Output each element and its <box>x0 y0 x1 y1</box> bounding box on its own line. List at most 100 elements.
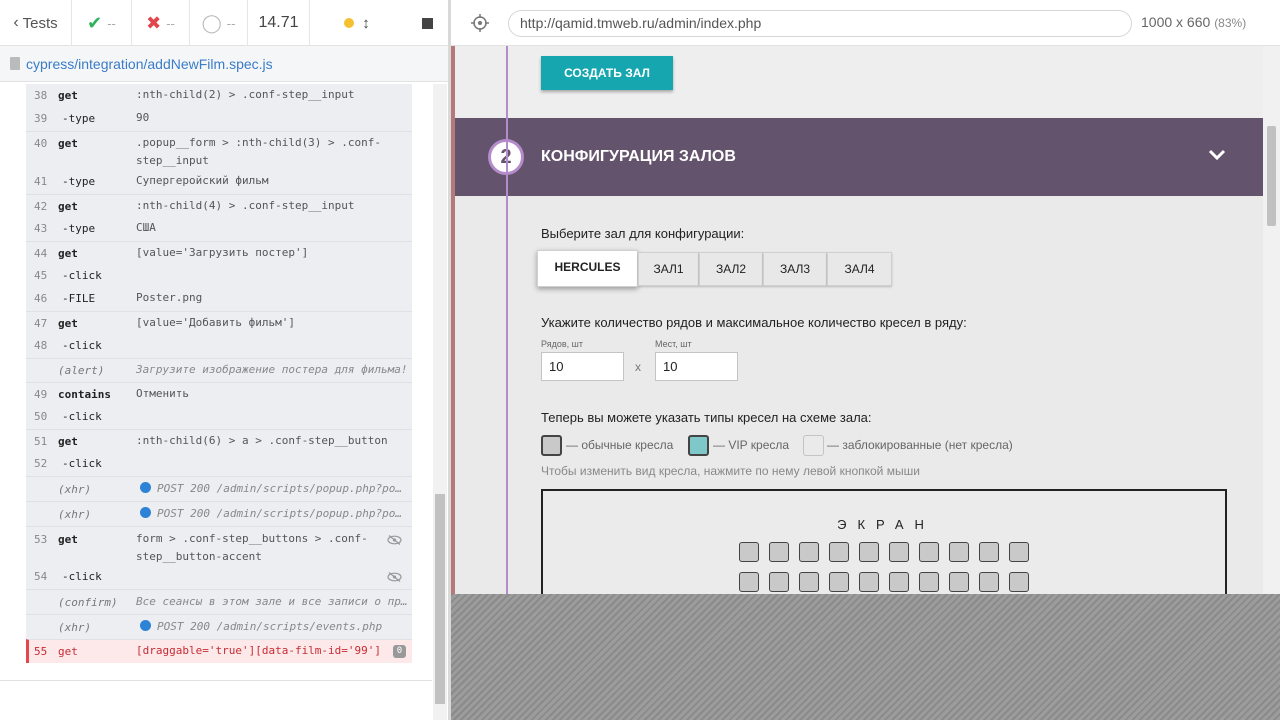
app-scrollbar[interactable] <box>1263 46 1280 594</box>
seat[interactable] <box>859 572 879 592</box>
command-row[interactable]: 50 -click <box>26 406 412 429</box>
seat[interactable] <box>949 572 969 592</box>
hall-tab-hercules[interactable]: HERCULES <box>537 250 638 287</box>
xhr-dot-icon <box>140 507 151 518</box>
command-row[interactable]: (xhr) POST 200 /admin/scripts/events.php <box>26 614 412 639</box>
command-row[interactable]: 52 -click <box>26 453 412 476</box>
command-row[interactable]: 38 get :nth-child(2) > .conf-step__input <box>26 84 412 108</box>
rows-seats-label: Укажите количество рядов и максимальное … <box>541 315 967 330</box>
command-name: -click <box>62 570 102 583</box>
autoscroll-toggle[interactable]: ↕ <box>310 0 404 46</box>
seat[interactable] <box>799 542 819 562</box>
command-row[interactable]: 48 -click <box>26 335 412 358</box>
command-name: get <box>58 533 78 546</box>
app-preview: СОЗДАТЬ ЗАЛ 2 КОНФИГУРАЦИЯ ЗАЛОВ Выберит… <box>451 46 1280 594</box>
spec-file-link[interactable]: cypress/integration/addNewFilm.spec.js <box>0 46 450 82</box>
command-message: :nth-child(2) > .conf-step__input <box>136 88 355 101</box>
hall-config-header[interactable]: 2 КОНФИГУРАЦИЯ ЗАЛОВ <box>455 118 1263 196</box>
command-row[interactable]: (xhr) POST 200 /admin/scripts/popup.php?… <box>26 501 412 526</box>
seats-input[interactable]: 10 <box>655 352 738 381</box>
url-bar[interactable]: http://qamid.tmweb.ru/admin/index.php <box>508 10 1132 37</box>
seat[interactable] <box>949 542 969 562</box>
command-row[interactable]: (alert) Загрузите изображение постера дл… <box>26 358 412 382</box>
rows-input[interactable]: 10 <box>541 352 624 381</box>
selector-playground-icon[interactable] <box>471 14 489 32</box>
command-message: form > .conf-step__buttons > .conf-step_… <box>136 532 368 563</box>
command-row[interactable]: 41 -type Супергеройский фильм <box>26 171 412 194</box>
hall-config-body: Выберите зал для конфигурации: HERCULES … <box>455 196 1263 594</box>
command-row[interactable]: (confirm) Все сеансы в этом зале и все з… <box>26 589 412 614</box>
seat[interactable] <box>979 542 999 562</box>
command-row[interactable]: 43 -type США <box>26 218 412 241</box>
hall-tab-4[interactable]: ЗАЛ4 <box>827 252 892 286</box>
seat[interactable] <box>739 542 759 562</box>
command-number: 50 <box>34 410 48 423</box>
command-row[interactable]: 39 -type 90 <box>26 108 412 131</box>
command-message: 90 <box>136 111 150 124</box>
seat[interactable] <box>919 542 939 562</box>
command-number: 38 <box>34 89 48 102</box>
scroll-arrows-icon: ↕ <box>362 14 370 32</box>
seat[interactable] <box>829 542 849 562</box>
command-name: -FILE <box>62 292 96 305</box>
pending-count: ◯ -- <box>190 0 248 46</box>
seat[interactable] <box>739 572 759 592</box>
command-row-failed[interactable]: 55 get [draggable='true'][data-film-id='… <box>26 639 412 663</box>
command-number: 54 <box>34 570 48 583</box>
command-message: :nth-child(4) > .conf-step__input <box>136 199 355 212</box>
command-row[interactable]: 49 contains Отменить <box>26 382 412 406</box>
seat[interactable] <box>859 542 879 562</box>
stop-button[interactable] <box>404 0 450 46</box>
seat[interactable] <box>769 542 789 562</box>
seat[interactable] <box>919 572 939 592</box>
create-hall-button[interactable]: СОЗДАТЬ ЗАЛ <box>541 56 673 90</box>
command-row[interactable]: 47 get [value='Добавить фильм'] <box>26 311 412 335</box>
command-row[interactable]: 42 get :nth-child(4) > .conf-step__input <box>26 194 412 218</box>
command-row[interactable]: 44 get [value='Загрузить постер'] <box>26 241 412 265</box>
rows-field-label: Рядов, шт <box>541 339 583 349</box>
hall-scheme: ЭКРАН <box>541 489 1227 594</box>
seat[interactable] <box>979 572 999 592</box>
command-name: (confirm) <box>58 596 118 609</box>
command-row[interactable]: 40 get .popup__form > :nth-child(3) > .c… <box>26 131 412 171</box>
command-message: [value='Добавить фильм'] <box>136 316 295 329</box>
command-name: get <box>58 645 78 658</box>
seat[interactable] <box>829 572 849 592</box>
command-row[interactable]: (xhr) POST 200 /admin/scripts/popup.php?… <box>26 476 412 501</box>
command-number: 46 <box>34 292 48 305</box>
seat[interactable] <box>1009 572 1029 592</box>
command-row[interactable]: 45 -click <box>26 265 412 288</box>
command-name: (xhr) <box>58 621 92 634</box>
seat[interactable] <box>889 572 909 592</box>
legend-standard: — обычные кресла <box>566 438 674 452</box>
tests-button[interactable]: ‹ Tests <box>0 0 72 46</box>
command-message: США <box>136 221 156 234</box>
command-row[interactable]: 46 -FILE Poster.png <box>26 288 412 311</box>
log-scrollbar-thumb[interactable] <box>435 494 445 704</box>
hall-tab-2[interactable]: ЗАЛ2 <box>699 252 763 286</box>
command-number: 52 <box>34 457 48 470</box>
command-message: [draggable='true'][data-film-id='99'] <box>136 644 382 657</box>
command-row[interactable]: 51 get :nth-child(6) > a > .conf-step__b… <box>26 429 412 453</box>
seat[interactable] <box>1009 542 1029 562</box>
xhr-message: POST 200 /admin/scripts/popup.php?po… <box>157 507 403 520</box>
log-scrollbar[interactable] <box>433 84 447 720</box>
command-message: Супергеройский фильм <box>136 174 269 187</box>
hall-tab-1[interactable]: ЗАЛ1 <box>638 252 699 286</box>
command-name: get <box>58 435 78 448</box>
command-row[interactable]: 54 -click <box>26 566 412 589</box>
spec-path: cypress/integration/addNewFilm.spec.js <box>26 55 273 72</box>
command-row[interactable]: 53 get form > .conf-step__buttons > .con… <box>26 526 412 566</box>
command-name: (xhr) <box>58 508 92 521</box>
command-message: Загрузите изображение постера для фильма… <box>136 363 408 376</box>
chevron-down-icon[interactable] <box>1208 148 1226 162</box>
app-scrollbar-thumb[interactable] <box>1267 126 1276 226</box>
seat[interactable] <box>799 572 819 592</box>
command-log-panel: ‹ Tests ✔ -- ✖ -- ◯ -- 14.71 ↕ cypress/i… <box>0 0 450 720</box>
seat[interactable] <box>769 572 789 592</box>
tests-label: Tests <box>22 14 58 32</box>
command-message: Отменить <box>136 387 189 400</box>
hall-tab-3[interactable]: ЗАЛ3 <box>763 252 827 286</box>
seat[interactable] <box>889 542 909 562</box>
command-name: get <box>58 317 78 330</box>
